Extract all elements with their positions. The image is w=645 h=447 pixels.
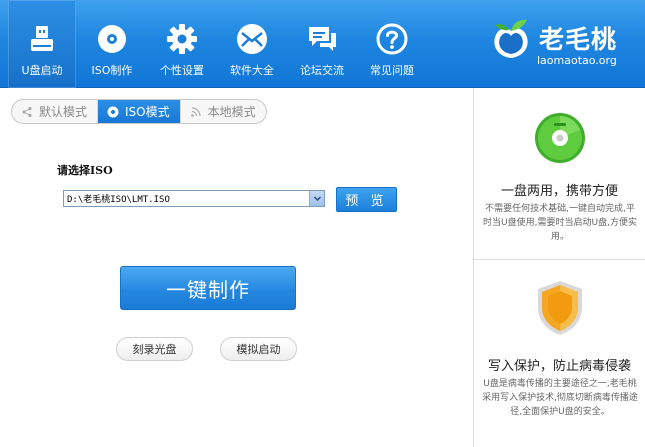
green-disc-icon bbox=[535, 113, 585, 163]
brand-logo: 老毛桃 laomaotao.org bbox=[485, 8, 635, 80]
disc-small-icon bbox=[107, 106, 119, 117]
shield-icon bbox=[538, 281, 582, 335]
logo-text: 老毛桃 bbox=[539, 25, 618, 54]
usb-drive-icon bbox=[31, 26, 53, 51]
chevron-down-icon bbox=[313, 196, 321, 202]
nav-label: U盘启动 bbox=[21, 64, 63, 77]
nav-personal-settings[interactable]: 个性设置 bbox=[148, 0, 216, 88]
nav-label: ISO制作 bbox=[91, 64, 133, 77]
main-nav: U盘启动 ISO制作 个性设置 软件大全 论坛交流 常见问题 bbox=[8, 0, 428, 88]
one-click-make-button[interactable]: 一键制作 bbox=[120, 266, 296, 310]
feature-panel: 一盘两用，携带方便 不需要任何技术基础,一键自动完成,平时当U盘使用,需要时当启… bbox=[473, 88, 645, 447]
feature-card-write-protect: 写入保护，防止病毒侵袭 U盘是病毒传播的主要途径之一,老毛桃采用写入保护技术,彻… bbox=[474, 261, 645, 447]
iso-select-label: 请选择ISO bbox=[57, 164, 113, 177]
browse-button[interactable]: 预 览 bbox=[336, 187, 397, 212]
top-toolbar: U盘启动 ISO制作 个性设置 软件大全 论坛交流 常见问题 老毛桃 laoma… bbox=[0, 0, 645, 88]
nav-usb-boot[interactable]: U盘启动 bbox=[8, 0, 76, 88]
tab-local-mode[interactable]: 本地模式 bbox=[179, 100, 266, 123]
chat-bubbles-icon bbox=[309, 27, 336, 51]
gear-icon bbox=[167, 24, 197, 54]
signal-icon bbox=[190, 106, 201, 117]
share-icon bbox=[22, 106, 32, 117]
iso-path-dropdown[interactable]: D:\老毛桃ISO\LMT.ISO bbox=[63, 190, 325, 207]
tab-default-mode[interactable]: 默认模式 bbox=[12, 100, 97, 123]
tab-label: 本地模式 bbox=[207, 105, 256, 119]
tab-label: 默认模式 bbox=[39, 105, 88, 119]
nav-label: 常见问题 bbox=[370, 64, 414, 77]
nav-label: 软件大全 bbox=[230, 64, 274, 77]
nav-iso-make[interactable]: ISO制作 bbox=[78, 0, 146, 88]
tab-label: ISO模式 bbox=[125, 105, 170, 119]
nav-label: 论坛交流 bbox=[300, 64, 344, 77]
burn-disc-button[interactable]: 刻录光盘 bbox=[116, 337, 193, 361]
iso-path-value: D:\老毛桃ISO\LMT.ISO bbox=[67, 195, 170, 205]
dropdown-arrow[interactable] bbox=[309, 191, 324, 206]
feature-title: 一盘两用，携带方便 bbox=[500, 184, 618, 199]
mode-tabs: 默认模式 ISO模式 本地模式 bbox=[11, 99, 267, 124]
nav-faq[interactable]: 常见问题 bbox=[358, 0, 426, 88]
simulate-boot-button[interactable]: 模拟启动 bbox=[220, 337, 297, 361]
nav-label: 个性设置 bbox=[160, 64, 204, 77]
envelope-icon bbox=[237, 24, 267, 54]
logo-url: laomaotao.org bbox=[537, 54, 617, 67]
tab-iso-mode[interactable]: ISO模式 bbox=[97, 100, 180, 123]
feature-card-portable: 一盘两用，携带方便 不需要任何技术基础,一键自动完成,平时当U盘使用,需要时当启… bbox=[474, 88, 645, 260]
question-mark-icon bbox=[376, 23, 408, 55]
disc-icon bbox=[98, 25, 126, 53]
feature-desc: 不需要任何技术基础,一键自动完成,平时当U盘使用,需要时当启动U盘,方便实用。 bbox=[483, 204, 637, 242]
peach-logo-icon bbox=[494, 19, 528, 58]
nav-software-collection[interactable]: 软件大全 bbox=[218, 0, 286, 88]
feature-desc: U盘是病毒传播的主要途径之一,老毛桃采用写入保护技术,彻底切断病毒传播途径,全面… bbox=[482, 379, 638, 417]
feature-title: 写入保护，防止病毒侵袭 bbox=[487, 359, 631, 374]
nav-forum[interactable]: 论坛交流 bbox=[288, 0, 356, 88]
